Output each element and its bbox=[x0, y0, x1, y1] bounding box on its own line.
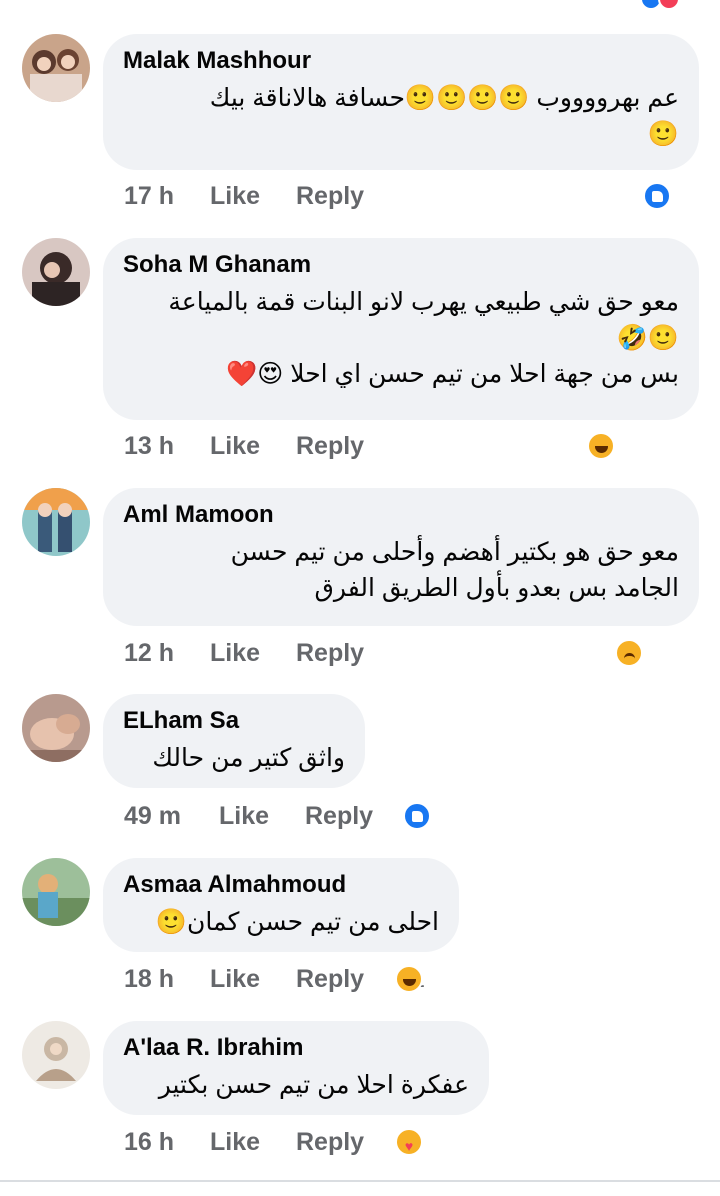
comment-line: احلى من تيم حسن كمان🙂 bbox=[155, 908, 439, 936]
comment-time[interactable]: 13 h bbox=[124, 432, 174, 461]
comment-line: عم بهرووووب 🙂🙂🙂🙂حسافة هالاناقة بيك bbox=[209, 84, 679, 112]
sad-icon bbox=[615, 639, 643, 667]
reaction-summary[interactable]: 1 bbox=[643, 182, 671, 212]
prev-time bbox=[124, 0, 131, 14]
reaction-summary[interactable]: 1 bbox=[403, 802, 431, 832]
comment-actions: 17 h Like Reply 1 bbox=[124, 182, 700, 216]
care-icon bbox=[395, 1128, 423, 1156]
avatar[interactable] bbox=[22, 694, 90, 762]
haha-icon bbox=[395, 965, 423, 993]
like-icon bbox=[403, 802, 431, 830]
reply-button[interactable]: Reply bbox=[296, 182, 364, 211]
reaction-summary[interactable]: 3 bbox=[587, 432, 615, 462]
comment-bubble: A'laa R. Ibrahim عفكرة احلا من تيم حسن ب… bbox=[103, 1021, 489, 1115]
reply-button[interactable]: Reply bbox=[296, 639, 364, 668]
avatar[interactable] bbox=[22, 238, 90, 306]
like-button[interactable]: Like bbox=[210, 965, 260, 994]
comment-line: بس من جهة احلا من تيم حسن اي احلا 😍❤️ bbox=[226, 360, 679, 388]
reply-button[interactable]: Reply bbox=[296, 965, 364, 994]
avatar[interactable] bbox=[22, 858, 90, 926]
avatar[interactable] bbox=[22, 1021, 90, 1089]
comment-bubble: Malak Mashhour عم بهرووووب 🙂🙂🙂🙂حسافة هال… bbox=[103, 34, 699, 170]
comment-line: عفكرة احلا من تيم حسن بكتير bbox=[158, 1071, 469, 1099]
reaction-summary[interactable]: 4 bbox=[395, 1128, 423, 1158]
comment-bubble: Soha M Ghanam معو حق شي طبيعي يهرب لانو … bbox=[103, 238, 699, 420]
comment-time[interactable]: 17 h bbox=[124, 182, 174, 211]
reply-button[interactable]: Reply bbox=[296, 1128, 364, 1157]
prev-reactions bbox=[640, 0, 698, 10]
reply-button[interactable]: Reply bbox=[296, 432, 364, 461]
comment-text: معو حق هو بكتير أهضم وأحلى من تيم حسن ال… bbox=[123, 534, 679, 606]
like-button[interactable]: Like bbox=[210, 1128, 260, 1157]
avatar[interactable] bbox=[22, 34, 90, 102]
like-button[interactable]: Like bbox=[210, 432, 260, 461]
comment-time[interactable]: 18 h bbox=[124, 965, 174, 994]
comment-bubble: Asmaa Almahmoud احلى من تيم حسن كمان🙂 bbox=[103, 858, 459, 952]
comment-actions: 18 h Like Reply 11 bbox=[124, 965, 544, 999]
comment-author[interactable]: Asmaa Almahmoud bbox=[123, 870, 439, 900]
comment-author[interactable]: Aml Mamoon bbox=[123, 500, 679, 530]
comment-actions: 13 h Like Reply 3 bbox=[124, 432, 700, 466]
reaction-summary[interactable]: 2 bbox=[615, 639, 643, 669]
prev-love-icon bbox=[658, 0, 680, 10]
comment-text: واثق كتير من حالك bbox=[123, 740, 345, 776]
comment-bubble: Aml Mamoon معو حق هو بكتير أهضم وأحلى من… bbox=[103, 488, 699, 626]
comment-line: واثق كتير من حالك bbox=[152, 744, 345, 772]
like-button[interactable]: Like bbox=[210, 639, 260, 668]
avatar[interactable] bbox=[22, 488, 90, 556]
previous-comment-clipped bbox=[0, 0, 720, 14]
comment-line: 🙂 bbox=[647, 120, 679, 148]
like-icon bbox=[643, 182, 671, 210]
divider bbox=[0, 1180, 720, 1182]
like-button[interactable]: Like bbox=[219, 802, 269, 831]
haha-icon bbox=[587, 432, 615, 460]
comment-line: معو حق شي طبيعي يهرب لانو البنات قمة بال… bbox=[168, 288, 679, 316]
reaction-summary[interactable]: 11 bbox=[395, 965, 427, 995]
comment-text: معو حق شي طبيعي يهرب لانو البنات قمة بال… bbox=[123, 284, 679, 392]
reply-button[interactable]: Reply bbox=[305, 802, 373, 831]
comment-author[interactable]: A'laa R. Ibrahim bbox=[123, 1033, 469, 1063]
like-button[interactable]: Like bbox=[210, 182, 260, 211]
comment-text: عفكرة احلا من تيم حسن بكتير bbox=[123, 1067, 469, 1103]
comment-line: 🙂🤣 bbox=[616, 324, 679, 352]
comment-actions: 12 h Like Reply 2 bbox=[124, 639, 700, 673]
comment-author[interactable]: ELham Sa bbox=[123, 706, 345, 736]
comment-time[interactable]: 12 h bbox=[124, 639, 174, 668]
comment-text: احلى من تيم حسن كمان🙂 bbox=[123, 904, 439, 940]
comment-time[interactable]: 16 h bbox=[124, 1128, 174, 1157]
comment-bubble: ELham Sa واثق كتير من حالك bbox=[103, 694, 365, 788]
comment-author[interactable]: Malak Mashhour bbox=[123, 46, 679, 76]
comment-author[interactable]: Soha M Ghanam bbox=[123, 250, 679, 280]
comment-time[interactable]: 49 m bbox=[124, 802, 181, 831]
comment-text: عم بهرووووب 🙂🙂🙂🙂حسافة هالاناقة بيك 🙂 bbox=[123, 80, 679, 152]
comment-actions: 16 h Like Reply 4 bbox=[124, 1128, 544, 1162]
comment-actions: 49 m Like Reply 1 bbox=[124, 802, 524, 836]
comment-line: الجامد بس بعدو بأول الطريق الفرق bbox=[314, 574, 680, 602]
comment-line: معو حق هو بكتير أهضم وأحلى من تيم حسن bbox=[230, 538, 679, 566]
